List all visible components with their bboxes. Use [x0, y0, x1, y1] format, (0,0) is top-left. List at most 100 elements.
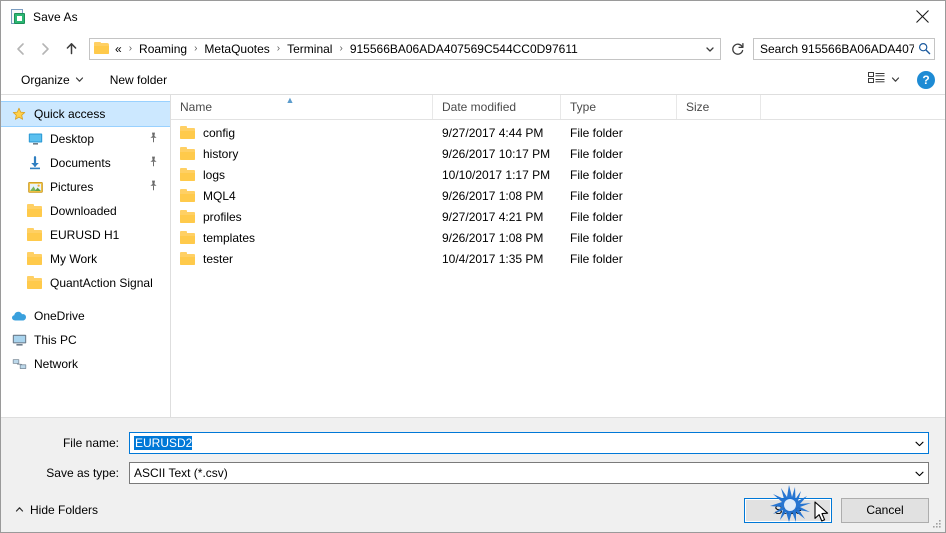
sidebar-item-network[interactable]: Network [1, 352, 170, 376]
table-row[interactable]: config 9/27/2017 4:44 PM File folder [171, 122, 945, 143]
network-icon [11, 356, 27, 372]
action-buttons: Save Cancel [744, 497, 929, 523]
search-icon[interactable] [914, 42, 934, 55]
pin-icon[interactable] [149, 132, 158, 146]
file-name-input[interactable]: EURUSD2 [129, 432, 929, 454]
save-as-type-label: Save as type: [46, 466, 119, 480]
folder-icon [180, 125, 196, 141]
file-name-cell[interactable]: tester [171, 251, 433, 267]
sidebar-item-label: Desktop [50, 132, 95, 146]
sidebar-item-eurusd-h1[interactable]: EURUSD H1 [1, 223, 170, 247]
sidebar-item-label: Quick access [34, 107, 106, 121]
breadcrumb-separator: › [128, 43, 133, 54]
desktop-icon [27, 131, 43, 147]
file-date-cell: 10/10/2017 1:17 PM [442, 167, 551, 182]
save-label: Save [774, 503, 802, 517]
hide-folders-button[interactable]: Hide Folders [15, 503, 98, 517]
file-rows: config 9/27/2017 4:44 PM File folder his… [171, 120, 945, 417]
sidebar-item-label: This PC [34, 333, 77, 347]
folder-icon [27, 275, 43, 291]
folder-icon [27, 203, 43, 219]
column-header-size[interactable]: Size [677, 95, 761, 119]
cancel-button[interactable]: Cancel [841, 497, 929, 523]
column-headers: ▲ Name Date modified Type Size [171, 95, 945, 120]
column-header-date-modified[interactable]: Date modified [433, 95, 561, 119]
organize-button[interactable]: Organize [15, 70, 90, 90]
table-row[interactable]: logs 10/10/2017 1:17 PM File folder [171, 164, 945, 185]
forward-icon[interactable] [33, 37, 57, 61]
sidebar-item-label: EURUSD H1 [50, 228, 120, 242]
sidebar-item-pictures[interactable]: Pictures [1, 175, 170, 199]
new-folder-button[interactable]: New folder [104, 70, 173, 90]
table-row[interactable]: tester 10/4/2017 1:35 PM File folder [171, 248, 945, 269]
file-name-value[interactable]: EURUSD2 [130, 436, 911, 450]
file-name-cell[interactable]: logs [171, 167, 433, 183]
file-name-label: File name: [62, 436, 119, 450]
sidebar-item-documents[interactable]: Documents [1, 151, 170, 175]
file-name-cell[interactable]: profiles [171, 209, 433, 225]
file-name-cell[interactable]: history [171, 146, 433, 162]
file-date-cell: 9/26/2017 1:08 PM [442, 230, 544, 245]
folder-icon [27, 251, 43, 267]
table-row[interactable]: MQL4 9/26/2017 1:08 PM File folder [171, 185, 945, 206]
save-as-type-value: ASCII Text (*.csv) [134, 466, 228, 480]
dialog-buttons-row: Hide Folders Save Cancel [1, 488, 945, 532]
view-layout-icon [868, 71, 885, 88]
breadcrumb-lead[interactable]: « [115, 42, 124, 56]
table-row[interactable]: profiles 9/27/2017 4:21 PM File folder [171, 206, 945, 227]
file-name-cell[interactable]: MQL4 [171, 188, 433, 204]
breadcrumb-item-roaming[interactable]: Roaming [137, 42, 189, 56]
breadcrumb-item-instance-id[interactable]: 915566BA06ADA407569C544CC0D97611 [348, 42, 580, 56]
help-label: ? [922, 72, 930, 87]
chevron-up-icon [15, 505, 24, 516]
chevron-down-icon[interactable] [911, 463, 928, 483]
pin-icon[interactable] [149, 180, 158, 194]
file-name: logs [203, 167, 226, 182]
sort-ascending-icon: ▲ [285, 95, 295, 105]
back-icon[interactable] [9, 37, 33, 61]
sidebar-item-quick-access[interactable]: Quick access [1, 101, 170, 127]
close-icon[interactable] [899, 1, 945, 31]
save-button[interactable]: Save [744, 497, 832, 523]
search-input[interactable]: Search 915566BA06ADA40756... [753, 37, 935, 60]
file-name-row: File name: EURUSD2 [1, 428, 945, 458]
sidebar-item-downloaded[interactable]: Downloaded [1, 199, 170, 223]
cancel-label: Cancel [866, 503, 904, 517]
folder-icon [180, 230, 196, 246]
change-view-button[interactable] [865, 69, 903, 90]
sidebar-item-onedrive[interactable]: OneDrive [1, 304, 170, 328]
sidebar-item-this-pc[interactable]: This PC [1, 328, 170, 352]
command-bar: Organize New folder ? [1, 65, 945, 95]
up-icon[interactable] [59, 37, 83, 61]
pin-icon[interactable] [149, 156, 158, 170]
file-name-text: EURUSD2 [134, 436, 193, 450]
help-icon[interactable]: ? [917, 70, 935, 89]
save-document-icon [10, 8, 26, 25]
column-header-name[interactable]: ▲ Name [171, 95, 433, 119]
sidebar-item-quantaction-signal[interactable]: QuantAction Signal [1, 271, 170, 295]
breadcrumb-item-metaquotes[interactable]: MetaQuotes [202, 42, 271, 56]
command-bar-right: ? [865, 69, 935, 90]
save-as-type-select[interactable]: ASCII Text (*.csv) [129, 462, 929, 484]
table-row[interactable]: templates 9/26/2017 1:08 PM File folder [171, 227, 945, 248]
file-name-cell[interactable]: templates [171, 230, 433, 246]
file-date-cell: 9/27/2017 4:21 PM [442, 209, 544, 224]
file-type-cell: File folder [570, 167, 623, 182]
sidebar-item-desktop[interactable]: Desktop [1, 127, 170, 151]
breadcrumb-item-terminal[interactable]: Terminal [285, 42, 334, 56]
refresh-icon[interactable] [727, 38, 749, 60]
file-name-cell[interactable]: config [171, 125, 433, 141]
file-date-cell: 9/27/2017 4:44 PM [442, 125, 544, 140]
breadcrumb-separator: › [276, 43, 281, 54]
file-type-cell: File folder [570, 125, 623, 140]
breadcrumb[interactable]: « › Roaming › MetaQuotes › Terminal › 91… [89, 37, 721, 60]
column-header-type[interactable]: Type [561, 95, 677, 119]
table-row[interactable]: history 9/26/2017 10:17 PM File folder [171, 143, 945, 164]
chevron-down-icon[interactable] [911, 433, 928, 453]
column-label: Size [686, 100, 710, 114]
file-type-cell: File folder [570, 188, 623, 203]
sidebar-item-my-work[interactable]: My Work [1, 247, 170, 271]
folder-icon [180, 251, 196, 267]
window-title: Save As [33, 9, 78, 24]
chevron-down-icon[interactable] [700, 39, 720, 59]
